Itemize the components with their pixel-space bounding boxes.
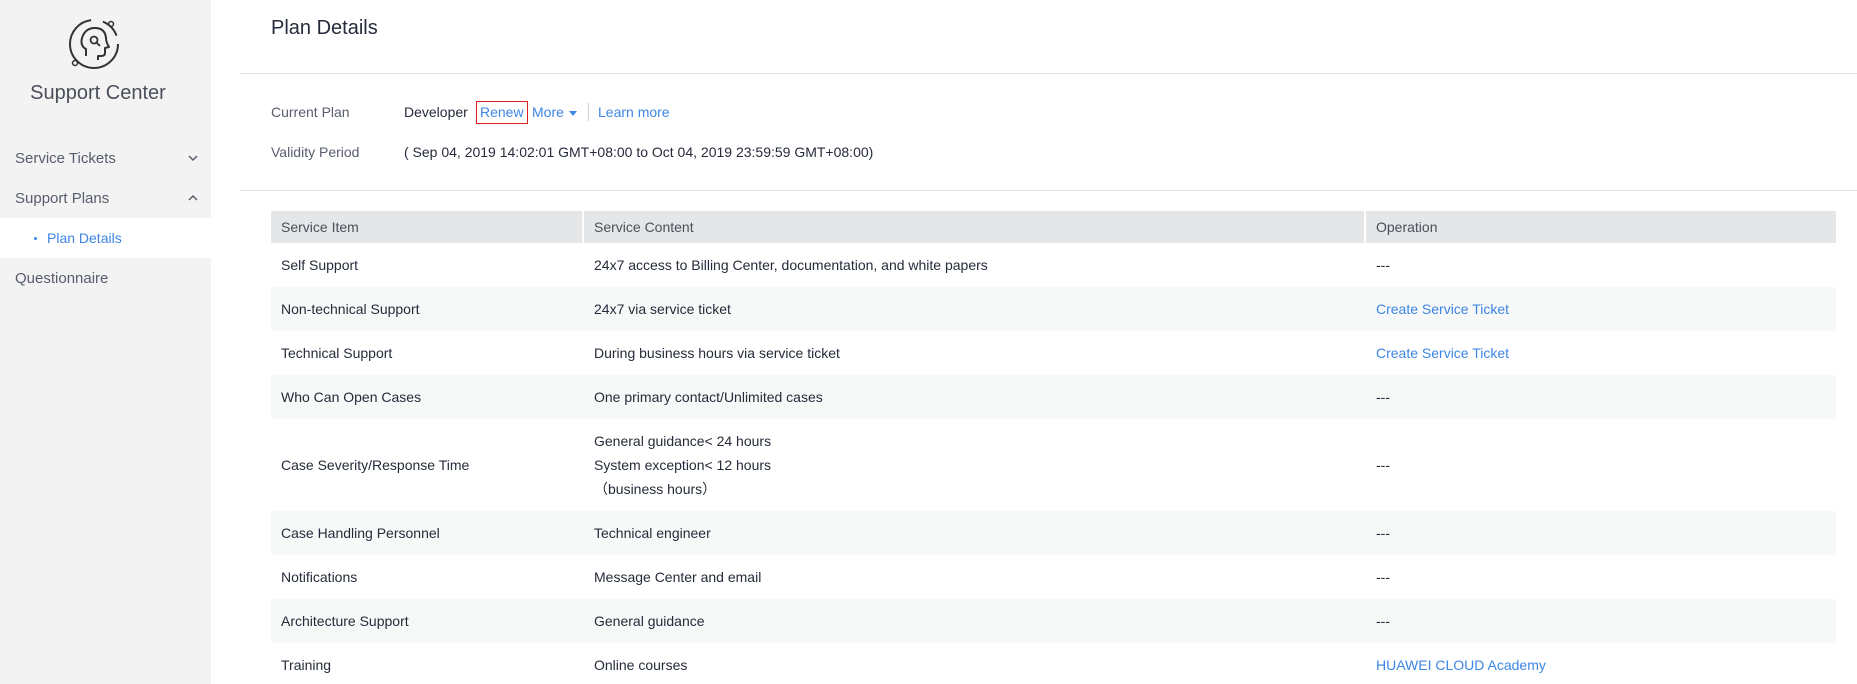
sidebar-item-support-plans[interactable]: Support Plans	[0, 178, 211, 218]
create-service-ticket-link[interactable]: Create Service Ticket	[1376, 345, 1509, 361]
current-plan-value: Developer	[404, 104, 468, 120]
chevron-up-icon	[188, 194, 198, 201]
huawei-cloud-academy-link[interactable]: HUAWEI CLOUD Academy	[1376, 657, 1546, 673]
table-row: Self Support 24x7 access to Billing Cent…	[271, 243, 1836, 287]
service-item-cell: Non-technical Support	[281, 301, 420, 317]
more-label: More	[532, 104, 564, 120]
column-header-operation: Operation	[1376, 219, 1438, 235]
sidebar-item-label: Support Plans	[15, 189, 110, 207]
header-divider	[240, 73, 1857, 74]
table-header: Service Item Service Content Operation	[271, 211, 1836, 243]
sidebar-subitem-plan-details[interactable]: Plan Details	[0, 218, 211, 258]
service-content-cell: 24x7 via service ticket	[594, 301, 731, 317]
plan-details-table: Service Item Service Content Operation S…	[271, 211, 1836, 684]
service-item-cell: Technical Support	[281, 345, 393, 361]
service-item-cell: Self Support	[281, 257, 359, 273]
table-row: Case Severity/Response Time General guid…	[271, 419, 1836, 511]
create-service-ticket-link[interactable]: Create Service Ticket	[1376, 301, 1509, 317]
service-content-cell: During business hours via service ticket	[594, 345, 840, 361]
column-header-service-content: Service Content	[584, 211, 1366, 243]
service-item-cell: Training	[281, 657, 332, 673]
service-item-cell: Case Handling Personnel	[281, 525, 440, 541]
content-line: System exception< 12 hours	[594, 457, 772, 473]
page-title: Plan Details	[271, 17, 378, 39]
sidebar-item-label: Service Tickets	[15, 149, 116, 167]
bullet-icon	[34, 236, 37, 240]
operation-cell: ---	[1376, 457, 1390, 473]
sidebar: Support Center Service Tickets Support P…	[0, 0, 211, 684]
validity-period-label: Validity Period	[271, 144, 360, 160]
table-row: Non-technical Support 24x7 via service t…	[271, 287, 1836, 331]
operation-cell: ---	[1376, 525, 1390, 541]
operation-cell: ---	[1376, 257, 1390, 273]
learn-more-link[interactable]: Learn more	[598, 104, 670, 120]
table-row: Architecture Support General guidance --…	[271, 599, 1836, 643]
sidebar-item-service-tickets[interactable]: Service Tickets	[0, 138, 211, 178]
operation-cell: ---	[1376, 613, 1390, 629]
service-content-cell: General guidance	[594, 613, 705, 629]
content-line: General guidance< 24 hours	[594, 433, 772, 449]
table-row: Technical Support During business hours …	[271, 331, 1836, 375]
table-row: Notifications Message Center and email -…	[271, 555, 1836, 599]
table-row: Case Handling Personnel Technical engine…	[271, 511, 1836, 555]
service-item-cell: Who Can Open Cases	[281, 389, 422, 405]
sidebar-item-questionnaire[interactable]: Questionnaire	[0, 258, 211, 298]
section-divider	[240, 190, 1857, 191]
support-headset-logo-icon	[69, 19, 119, 69]
column-header-service-item: Service Item	[271, 211, 584, 243]
table-row: Training Online courses HUAWEI CLOUD Aca…	[271, 643, 1836, 684]
service-content-cell: Message Center and email	[594, 569, 762, 585]
content-line: （business hours）	[594, 481, 717, 497]
caret-down-icon	[568, 110, 577, 116]
validity-period-value: ( Sep 04, 2019 14:02:01 GMT+08:00 to Oct…	[404, 144, 874, 160]
service-content-cell: General guidance< 24 hours System except…	[584, 419, 1366, 511]
service-item-cell: Notifications	[281, 569, 358, 585]
operation-cell: ---	[1376, 569, 1390, 585]
operation-cell: ---	[1376, 389, 1390, 405]
service-content-cell: One primary contact/Unlimited cases	[594, 389, 823, 405]
service-item-cell: Case Severity/Response Time	[281, 457, 470, 473]
sidebar-subitem-label: Plan Details	[47, 230, 122, 246]
service-content-cell: Online courses	[594, 657, 688, 673]
current-plan-label: Current Plan	[271, 104, 350, 120]
renew-link[interactable]: Renew	[476, 101, 528, 124]
more-dropdown[interactable]: More	[532, 104, 577, 120]
service-content-cell: 24x7 access to Billing Center, documenta…	[594, 257, 988, 273]
service-content-cell: Technical engineer	[594, 525, 711, 541]
service-item-cell: Architecture Support	[281, 613, 409, 629]
sidebar-item-label: Questionnaire	[15, 269, 109, 287]
brand-title: Support Center	[30, 82, 166, 104]
chevron-down-icon	[188, 155, 198, 162]
table-row: Who Can Open Cases One primary contact/U…	[271, 375, 1836, 419]
link-separator	[588, 103, 589, 121]
